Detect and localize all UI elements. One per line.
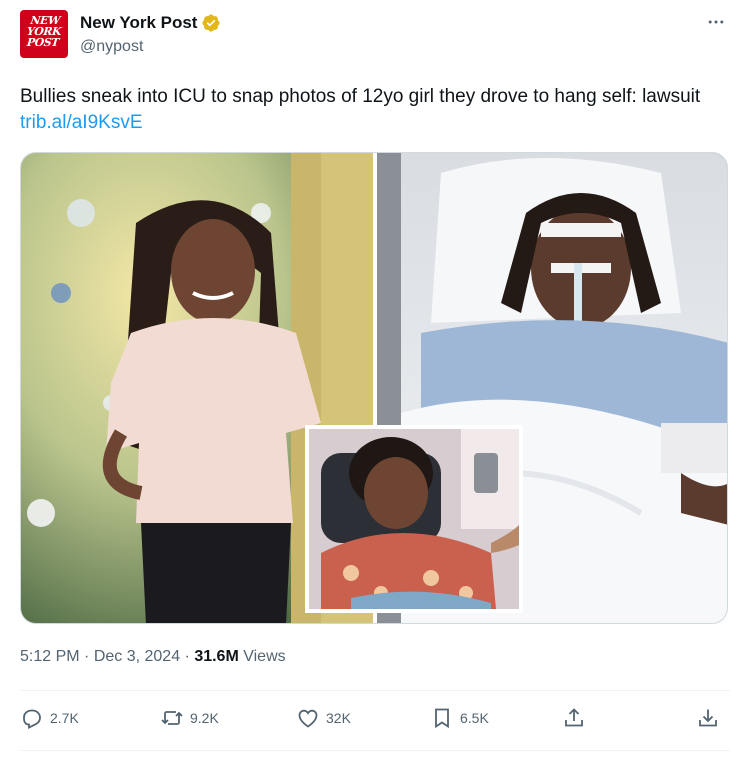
handle[interactable]: @nypost (80, 38, 143, 56)
views-count: 31.6M (194, 648, 239, 665)
like-count: 32K (326, 710, 351, 726)
tweet: NEW YORK POST New York Post @nypost Bull… (0, 0, 750, 761)
avatar[interactable]: NEW YORK POST (20, 10, 68, 58)
reply-count: 2.7K (50, 710, 79, 726)
display-name[interactable]: New York Post (80, 13, 197, 33)
name-row: New York Post (80, 13, 221, 33)
bookmark-count: 6.5K (460, 710, 489, 726)
meta-separator: · (79, 648, 94, 665)
action-bar: 2.7K 9.2K 32K 6.5K (20, 706, 730, 734)
tweet-meta: 5:12 PM · Dec 3, 2024 · 31.6M Views (20, 648, 286, 666)
repost-icon (161, 711, 183, 725)
meta-separator: · (180, 648, 195, 665)
divider (20, 690, 730, 691)
like-button[interactable]: 32K (296, 706, 351, 730)
like-icon (298, 709, 318, 728)
divider (20, 750, 730, 751)
share-icon (565, 708, 583, 727)
tweet-text: Bullies sneak into ICU to snap photos of… (20, 84, 720, 136)
tweet-time[interactable]: 5:12 PM (20, 648, 80, 665)
nypost-logo-text: NEW YORK POST (26, 14, 62, 49)
share-button[interactable] (562, 706, 586, 730)
bookmark-button[interactable]: 6.5K (430, 706, 489, 730)
more-button[interactable] (704, 12, 728, 32)
repost-button[interactable]: 9.2K (160, 706, 219, 730)
reply-icon (23, 709, 41, 729)
download-button[interactable] (696, 706, 720, 730)
tweet-body: Bullies sneak into ICU to snap photos of… (20, 86, 701, 107)
views-label: Views (238, 648, 286, 665)
repost-count: 9.2K (190, 710, 219, 726)
more-icon (708, 20, 724, 24)
media-container[interactable] (20, 152, 728, 624)
tweet-link[interactable]: trib.al/aI9KsvE (20, 112, 143, 133)
tweet-date[interactable]: Dec 3, 2024 (94, 648, 180, 665)
bookmark-icon (435, 708, 449, 729)
verified-icon[interactable] (201, 13, 221, 33)
download-icon (699, 709, 717, 727)
girl-in-wheelchair-inset-photo (305, 425, 523, 613)
media-collage (21, 153, 727, 623)
reply-button[interactable]: 2.7K (20, 706, 79, 730)
